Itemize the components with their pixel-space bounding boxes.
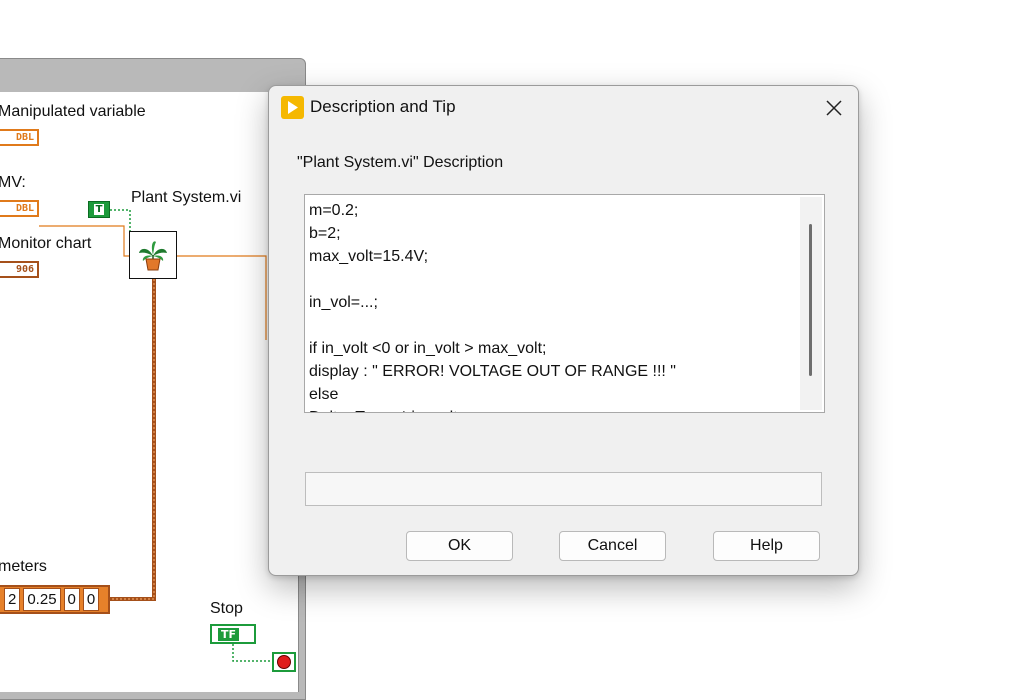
- stop-terminal[interactable]: TF: [210, 624, 256, 644]
- close-button[interactable]: [817, 92, 851, 124]
- cluster-value-3[interactable]: 0: [63, 588, 80, 611]
- description-text[interactable]: m=0.2; b=2; max_volt=15.4V; in_vol=...; …: [309, 199, 793, 412]
- dialog-title: Description and Tip: [310, 97, 456, 116]
- parameters-cluster-constant[interactable]: 2 0.25 0 0: [0, 585, 110, 614]
- plant-icon: [139, 241, 167, 271]
- stop-label: Stop: [210, 600, 243, 617]
- close-icon: [826, 100, 842, 116]
- parameters-label: meters: [0, 558, 47, 575]
- description-textarea[interactable]: m=0.2; b=2; max_volt=15.4V; in_vol=...; …: [304, 194, 825, 413]
- help-button[interactable]: Help: [713, 531, 820, 561]
- tip-input[interactable]: [305, 472, 822, 506]
- description-scrollbar[interactable]: [800, 197, 822, 410]
- ok-button[interactable]: OK: [406, 531, 513, 561]
- cluster-value-dt[interactable]: 0.25: [23, 588, 61, 611]
- labview-run-arrow-icon: [281, 96, 304, 119]
- loop-condition-terminal[interactable]: [272, 652, 296, 672]
- description-and-tip-dialog: Description and Tip "Plant System.vi" De…: [268, 85, 859, 576]
- plant-system-subvi[interactable]: [129, 231, 177, 279]
- dialog-titlebar[interactable]: Description and Tip: [269, 86, 858, 131]
- cancel-button[interactable]: Cancel: [559, 531, 666, 561]
- description-label: "Plant System.vi" Description: [297, 154, 504, 171]
- cluster-value-b[interactable]: 2: [4, 588, 21, 611]
- cluster-value-4[interactable]: 0: [82, 588, 100, 611]
- scrollbar-thumb[interactable]: [809, 224, 812, 376]
